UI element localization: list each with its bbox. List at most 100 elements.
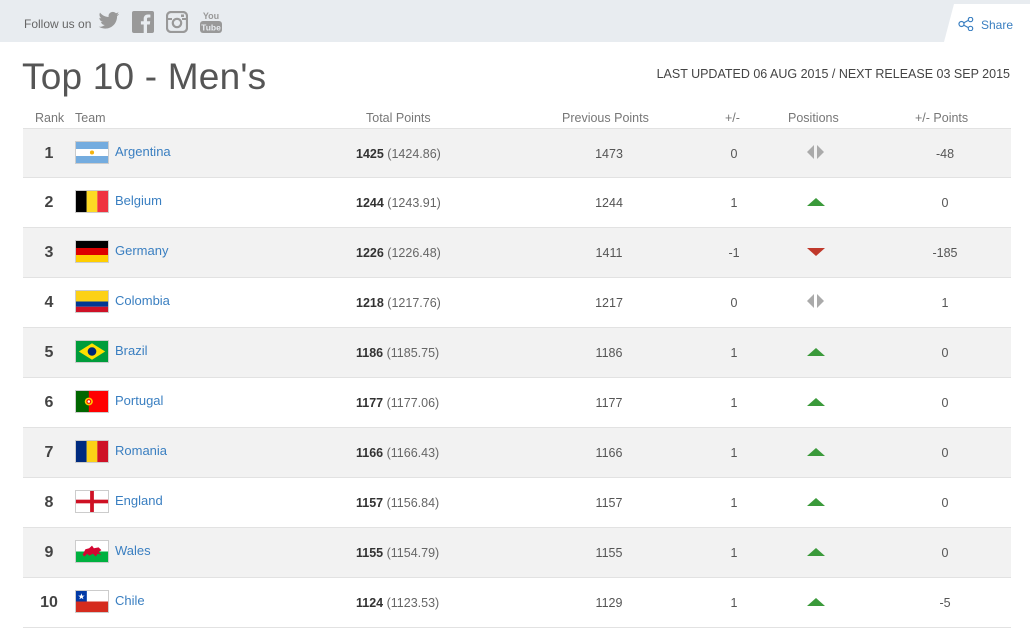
total-points-exact: (1156.84) [386,496,440,510]
team-link[interactable]: Colombia [115,293,170,308]
youtube-icon[interactable]: You Tube [199,10,223,33]
previous-points-cell: 1186 [595,346,623,360]
rank-cell: 4 [44,294,54,311]
team-link[interactable]: Belgium [115,193,162,208]
points-diff-cell: 0 [941,446,949,460]
rank-cell: 10 [40,594,58,611]
table-row: 9 Wales 1155 (1154.79) 1155 1 0 [23,528,1011,578]
belgium-flag [75,190,109,213]
total-points-exact: (1424.86) [387,147,441,161]
total-points-cell: 1155 (1154.79) [356,546,439,560]
team-link[interactable]: Romania [115,443,167,458]
table-row: 2 Belgium 1244 (1243.91) 1244 1 0 [23,178,1011,228]
romania-flag [75,440,109,463]
rank-cell: 3 [44,244,54,261]
arrow-up-icon [799,594,833,610]
total-points-value: 1166 [356,446,384,460]
total-points-cell: 1218 (1217.76) [356,296,441,310]
arrow-up-icon [799,194,833,210]
table-row: 3 Germany 1226 (1226.48) 1411 -1 -185 [23,228,1011,278]
total-points-value: 1226 [356,246,384,260]
total-points-value: 1155 [356,546,384,560]
total-points-cell: 1244 (1243.91) [356,196,441,210]
header-team: Team [75,111,106,125]
team-link[interactable]: Brazil [115,343,148,358]
total-points-exact: (1166.43) [386,446,440,460]
twitter-icon[interactable] [98,11,120,33]
total-points-cell: 1425 (1424.86) [356,147,441,161]
rank-cell: 1 [44,145,54,162]
rank-diff-cell: 1 [730,196,738,210]
previous-points-cell: 1411 [595,246,623,260]
total-points-value: 1124 [356,596,384,610]
table-row: 4 Colombia 1218 (1217.76) 1217 0 1 [23,278,1011,328]
total-points-cell: 1124 (1123.53) [356,596,439,610]
previous-points-cell: 1177 [595,396,623,410]
table-row: 1 Argentina 1425 (1424.86) 1473 0 -48 [23,128,1011,178]
england-flag [75,490,109,513]
rank-diff-cell: 1 [730,596,738,610]
table-row: 7 Romania 1166 (1166.43) 1166 1 0 [23,428,1011,478]
points-diff-cell: 0 [941,196,949,210]
total-points-cell: 1157 (1156.84) [356,496,439,510]
table-row: 8 England 1157 (1156.84) 1157 1 0 [23,478,1011,528]
total-points-value: 1218 [356,296,384,310]
team-link[interactable]: Portugal [115,393,163,408]
youtube-you-text: You [203,11,219,21]
rank-cell: 6 [44,394,54,411]
rank-diff-cell: 0 [730,296,738,310]
previous-points-cell: 1217 [595,296,623,310]
arrow-up-icon [799,544,833,560]
top-bar: Follow us on You Tube Share [0,0,1030,42]
instagram-icon[interactable] [166,11,188,33]
total-points-cell: 1177 (1177.06) [356,396,439,410]
wales-flag [75,540,109,563]
facebook-icon[interactable] [132,11,154,33]
previous-points-cell: 1244 [595,196,623,210]
team-link[interactable]: Germany [115,243,168,258]
rank-diff-cell: 1 [730,496,738,510]
rank-cell: 8 [44,494,54,511]
total-points-exact: (1226.48) [387,246,441,260]
total-points-value: 1186 [356,346,384,360]
points-diff-cell: -48 [935,147,955,161]
total-points-exact: (1177.06) [386,396,440,410]
points-diff-cell: 0 [941,346,949,360]
rank-cell: 9 [44,544,54,561]
points-diff-cell: 0 [941,546,949,560]
points-diff-cell: 0 [941,396,949,410]
no-change-icon [799,294,833,310]
total-points-exact: (1154.79) [386,546,440,560]
rank-cell: 5 [44,344,54,361]
points-diff-cell: -5 [939,596,951,610]
total-points-value: 1425 [356,147,384,161]
share-label: Share [981,18,1014,32]
arrow-down-icon [799,244,833,260]
portugal-flag [75,390,109,413]
rank-cell: 2 [44,194,54,211]
arrow-up-icon [799,344,833,360]
colombia-flag [75,290,109,313]
team-link[interactable]: Wales [115,543,151,558]
team-link[interactable]: Argentina [115,144,171,159]
brazil-flag [75,340,109,363]
team-link[interactable]: England [115,493,163,508]
header-previous-points: Previous Points [562,111,649,125]
arrow-up-icon [799,394,833,410]
total-points-cell: 1166 (1166.43) [356,446,439,460]
argentina-flag [75,141,109,164]
share-button[interactable]: Share [944,4,1030,42]
header-positions: Positions [788,111,839,125]
youtube-tube-text: Tube [201,23,221,33]
header-total-points: Total Points [366,111,431,125]
rank-diff-cell: -1 [728,246,740,260]
previous-points-cell: 1155 [595,546,623,560]
team-link[interactable]: Chile [115,593,145,608]
page-title: Top 10 - Men's [22,56,267,97]
rank-cell: 7 [44,444,54,461]
total-points-value: 1244 [356,196,384,210]
table-row: 10 Chile 1124 (1123.53) 1129 1 -5 [23,578,1011,628]
rank-diff-cell: 1 [730,396,738,410]
header-points-diff: +/- Points [915,111,969,125]
points-diff-cell: -185 [932,246,958,260]
